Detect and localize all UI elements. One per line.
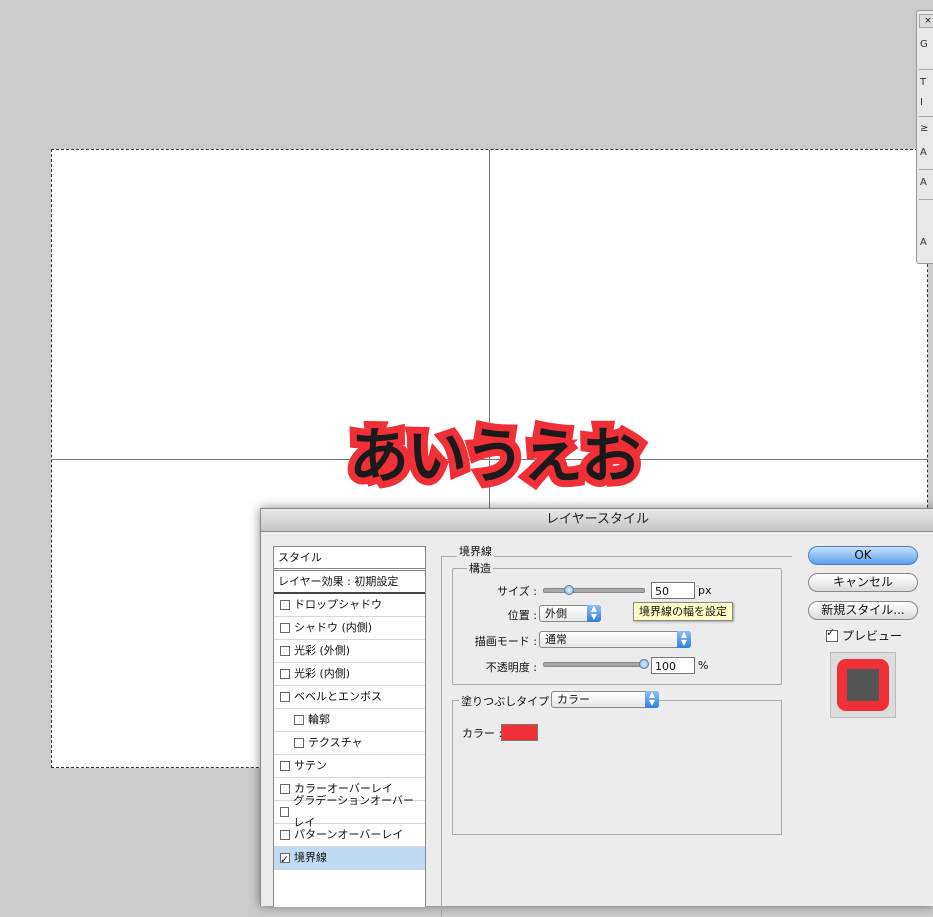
new-style-button[interactable]: 新規スタイル...: [808, 601, 918, 620]
palette-tool-4[interactable]: A: [920, 147, 927, 159]
style-item-checkbox[interactable]: [280, 692, 290, 702]
opacity-input[interactable]: 100: [651, 657, 695, 674]
style-item[interactable]: 境界線: [274, 847, 425, 871]
style-item-label: テクスチャ: [308, 736, 363, 749]
style-item[interactable]: 光彩 (外側): [274, 640, 425, 663]
style-item[interactable]: パターンオーバーレイ: [274, 824, 425, 847]
palette-tool-1[interactable]: T: [920, 77, 926, 89]
palette-tool-6[interactable]: A: [920, 237, 927, 249]
size-tooltip: 境界線の幅を設定: [633, 602, 733, 621]
opacity-slider-thumb[interactable]: [639, 659, 649, 669]
structure-group-title: 構造: [467, 560, 493, 576]
fill-type-select-value: カラー: [557, 693, 590, 706]
style-item-checkbox[interactable]: [280, 646, 290, 656]
fill-type-group: [452, 700, 782, 835]
close-icon[interactable]: ×: [919, 14, 933, 28]
blending-options-header[interactable]: レイヤー効果 : 初期設定: [274, 570, 425, 594]
style-item-checkbox[interactable]: [280, 784, 290, 794]
style-item-checkbox[interactable]: [280, 761, 290, 771]
position-select[interactable]: 外側 ▲ ▼: [539, 605, 601, 622]
style-item-label: ドロップシャドウ: [294, 598, 382, 611]
style-preview-thumbnail: [830, 652, 896, 718]
opacity-slider[interactable]: [543, 659, 649, 669]
dialog-title[interactable]: レイヤースタイル: [261, 509, 933, 532]
size-unit: px: [698, 584, 712, 597]
size-slider-thumb[interactable]: [564, 585, 574, 595]
select-arrows-icon: ▲ ▼: [587, 605, 601, 622]
style-item[interactable]: ドロップシャドウ: [274, 594, 425, 617]
size-input[interactable]: 50: [651, 582, 695, 599]
select-arrows-icon: ▲ ▼: [645, 691, 659, 708]
palette-divider: [919, 169, 933, 170]
style-item-checkbox[interactable]: [280, 849, 290, 871]
ok-button[interactable]: OK: [808, 546, 918, 565]
palette-divider: [919, 199, 933, 200]
style-item-label: 境界線: [294, 851, 327, 864]
style-item-checkbox[interactable]: [294, 738, 304, 748]
style-item[interactable]: テクスチャ: [274, 732, 425, 755]
style-item-label: ベベルとエンボス: [294, 690, 382, 703]
opacity-label: 不透明度 :: [485, 661, 537, 674]
preview-checkbox-box[interactable]: [826, 626, 838, 642]
style-item[interactable]: 光彩 (内側): [274, 663, 425, 686]
palette-tool-5[interactable]: A: [920, 177, 927, 189]
style-item-label: サテン: [294, 759, 327, 772]
cancel-button[interactable]: キャンセル: [808, 573, 918, 592]
style-item-label: 光彩 (外側): [294, 644, 351, 657]
position-label: 位置 :: [507, 609, 537, 622]
color-label: カラー :: [462, 727, 503, 740]
palette-tool-3[interactable]: ≥: [920, 123, 928, 135]
fill-type-label: 塗りつぶしタイプ :: [459, 693, 559, 709]
character-palette: × G T I ≥ A A A: [916, 10, 933, 264]
color-swatch[interactable]: [501, 724, 538, 741]
style-item-label: 光彩 (内側): [294, 667, 351, 680]
text-layer[interactable]: あいうえお: [342, 415, 648, 499]
style-item-checkbox[interactable]: [280, 830, 290, 840]
style-list: スタイル レイヤー効果 : 初期設定 ドロップシャドウ シャドウ (内側) 光彩 (…: [273, 546, 426, 907]
blend-mode-select[interactable]: 通常 ▲ ▼: [539, 631, 691, 648]
size-label: サイズ :: [497, 585, 537, 598]
palette-tool-0[interactable]: G: [920, 39, 928, 51]
palette-divider: [919, 69, 933, 70]
fill-type-select[interactable]: カラー ▲ ▼: [551, 691, 659, 708]
preview-label: プレビュー: [842, 629, 903, 643]
palette-divider: [919, 116, 933, 117]
position-select-value: 外側: [545, 607, 567, 620]
style-item[interactable]: ベベルとエンボス: [274, 686, 425, 709]
preview-checkbox[interactable]: プレビュー: [826, 626, 903, 644]
style-item[interactable]: 輪郭: [274, 709, 425, 732]
size-slider[interactable]: [543, 585, 645, 595]
blend-mode-label: 描画モード :: [474, 635, 537, 648]
style-item-label: シャドウ (内側): [294, 621, 373, 634]
style-item-checkbox[interactable]: [280, 623, 290, 633]
opacity-unit: %: [698, 659, 709, 672]
style-item-label: 輪郭: [308, 713, 330, 726]
style-item[interactable]: サテン: [274, 755, 425, 778]
style-item-checkbox[interactable]: [280, 669, 290, 679]
style-item-checkbox[interactable]: [280, 600, 290, 610]
layer-style-dialog: レイヤースタイル スタイル レイヤー効果 : 初期設定 ドロップシャドウ シャドウ…: [260, 508, 933, 917]
select-arrows-icon: ▲ ▼: [677, 631, 691, 648]
style-item-label: パターンオーバーレイ: [294, 828, 404, 841]
style-item[interactable]: グラデーションオーバーレイ: [274, 794, 425, 829]
styles-header[interactable]: スタイル: [274, 547, 425, 569]
style-item[interactable]: シャドウ (内側): [274, 617, 425, 640]
style-item-checkbox[interactable]: [294, 715, 304, 725]
style-item-checkbox[interactable]: [280, 807, 290, 817]
preview-fill: [847, 669, 879, 701]
blend-mode-select-value: 通常: [545, 633, 567, 646]
palette-tool-2[interactable]: I: [920, 97, 923, 109]
stroke-group-title: 境界線: [457, 543, 494, 559]
